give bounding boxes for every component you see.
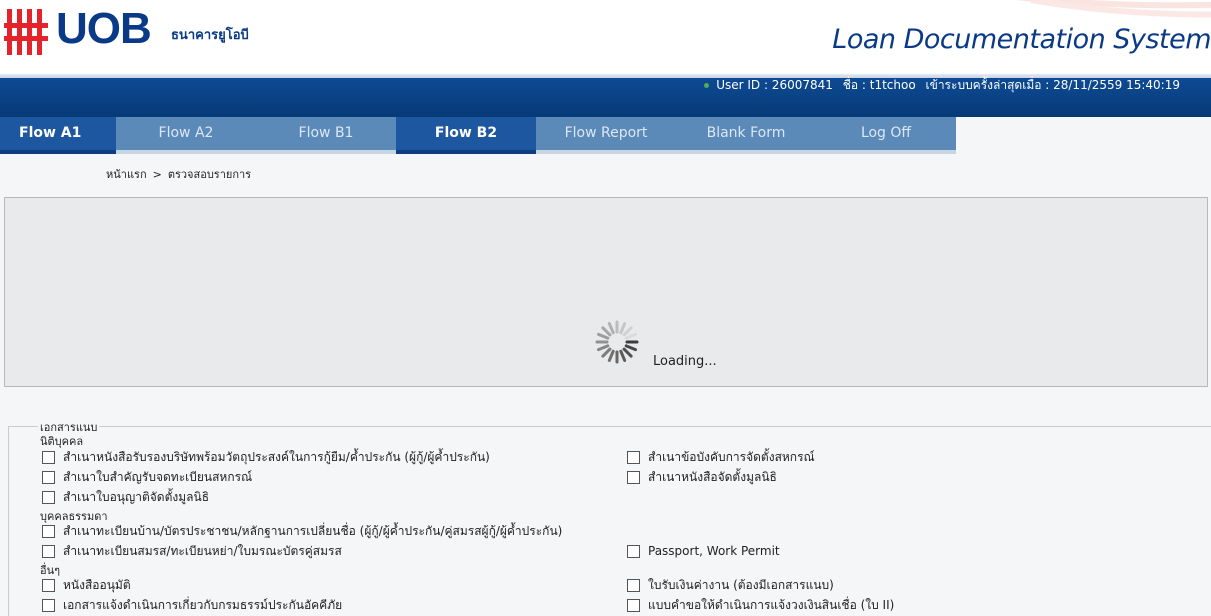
checkbox[interactable]	[42, 470, 55, 484]
checkbox-item[interactable]: สำเนาทะเบียนบ้าน/บัตรประชาชน/หลักฐานการเ…	[42, 523, 562, 539]
user-info-bar: User ID : 26007841 ชื่อ : t1tchoo เข้าระ…	[0, 78, 1211, 117]
loading-text: Loading...	[653, 354, 717, 369]
last-login: เข้าระบบครั้งล่าสุดเมื่อ : 28/11/2559 15…	[925, 78, 1180, 92]
spinner-spoke	[624, 332, 637, 340]
checkbox-item[interactable]: สำเนาใบอนุญาติจัดตั้งมูลนิธิ	[42, 489, 209, 505]
checkbox[interactable]	[627, 598, 640, 612]
logo-text: UOB	[56, 4, 152, 53]
user-name: ชื่อ : t1tchoo	[842, 78, 916, 92]
app-header: UOB ธนาคารยูโอบี Loan Documentation Syst…	[0, 0, 1211, 74]
tab-label: Flow A2	[158, 125, 214, 141]
checkbox-item[interactable]: ใบรับเงินค่างาน (ต้องมีเอกสารแนบ)	[627, 577, 834, 593]
tab-label: Blank Form	[706, 125, 786, 141]
tab-label: Log Off	[860, 125, 912, 141]
tab-label: Flow B2	[434, 125, 498, 141]
tab-flow-b1[interactable]: Flow B1	[256, 117, 396, 154]
checkbox[interactable]	[42, 598, 55, 612]
checkbox[interactable]	[627, 470, 640, 484]
logo-subtitle: ธนาคารยูโอบี	[171, 28, 249, 43]
tab-blank-form[interactable]: Blank Form	[676, 117, 816, 154]
checkbox[interactable]	[42, 544, 55, 558]
tab-flow-a1[interactable]: Flow A1	[0, 117, 116, 154]
user-id: User ID : 26007841	[716, 78, 833, 92]
checkbox[interactable]	[42, 524, 55, 538]
tab-flow-a2[interactable]: Flow A2	[116, 117, 256, 154]
checkbox[interactable]	[627, 578, 640, 592]
breadcrumb: หน้าแรก > ตรวจสอบรายการ	[106, 165, 251, 183]
checkbox-item[interactable]: สำเนาข้อบังคับการจัดตั้งสหกรณ์	[627, 449, 815, 465]
tab-flow-b2[interactable]: Flow B2	[396, 117, 536, 154]
checkbox[interactable]	[627, 450, 640, 464]
checkbox[interactable]	[42, 490, 55, 504]
checkbox-label: แบบคำขอให้ดำเนินการแจ้งวงเงินสินเชื่อ (ใ…	[648, 597, 895, 612]
tab-label: Flow Report	[564, 125, 648, 141]
checkbox-label: สำเนาทะเบียนสมรส/ทะเบียนหย่า/ใบมรณะบัตรค…	[63, 543, 342, 558]
main-nav: Flow A1 Flow A2 Flow B1 Flow B2 Flow Rep…	[0, 117, 956, 154]
checkbox-label: เอกสารแจ้งดำเนินการเกี่ยวกับกรมธรรม์ประก…	[63, 597, 343, 612]
spinner-spoke	[607, 349, 615, 362]
checkbox-label: สำเนาใบอนุญาติจัดตั้งมูลนิธิ	[63, 489, 210, 504]
checkbox-item[interactable]: Passport, Work Permit	[627, 543, 780, 559]
spinner-spoke	[622, 326, 633, 337]
checkbox-item[interactable]: สำเนาหนังสือจัดตั้งมูลนิธิ	[627, 469, 777, 485]
tab-label: Flow B1	[298, 125, 354, 141]
checkbox-label: หนังสืออนุมัติ	[63, 577, 131, 592]
spinner-spoke	[619, 349, 627, 362]
checkbox-label: Passport, Work Permit	[648, 544, 780, 558]
checkbox-item[interactable]: สำเนาใบสำคัญรับจดทะเบียนสหกรณ์	[42, 469, 252, 485]
checkbox-item[interactable]: สำเนาทะเบียนสมรส/ทะเบียนหย่า/ใบมรณะบัตรค…	[42, 543, 342, 559]
checkbox-label: สำเนาข้อบังคับการจัดตั้งสหกรณ์	[648, 449, 815, 464]
user-info: User ID : 26007841 ชื่อ : t1tchoo เข้าระ…	[704, 78, 1186, 92]
checkbox-item[interactable]: หนังสืออนุมัติ	[42, 577, 131, 593]
spinner-spoke	[597, 332, 610, 340]
checkbox[interactable]	[42, 450, 55, 464]
checkbox-label: สำเนาหนังสือรับรองบริษัทพร้อมวัตถุประสงค…	[63, 449, 490, 464]
spinner-spoke	[619, 322, 627, 335]
spinner-spoke	[601, 326, 612, 337]
tab-log-off[interactable]: Log Off	[816, 117, 956, 154]
breadcrumb-home-link[interactable]: หน้าแรก	[106, 168, 147, 181]
tab-label: Flow A1	[19, 125, 82, 141]
loading-panel: Loading...	[4, 197, 1208, 387]
checkbox-label: สำเนาใบสำคัญรับจดทะเบียนสหกรณ์	[63, 469, 253, 484]
spinner-spoke	[607, 322, 615, 335]
checkbox[interactable]	[627, 544, 640, 558]
checkbox-item[interactable]: แบบคำขอให้ดำเนินการแจ้งวงเงินสินเชื่อ (ใ…	[627, 597, 894, 613]
loading-spinner-icon	[595, 320, 639, 364]
checkbox-label: สำเนาทะเบียนบ้าน/บัตรประชาชน/หลักฐานการเ…	[63, 523, 563, 538]
checkbox-item[interactable]: สำเนาหนังสือรับรองบริษัทพร้อมวัตถุประสงค…	[42, 449, 490, 465]
breadcrumb-separator: >	[152, 168, 162, 181]
checkbox-label: ใบรับเงินค่างาน (ต้องมีเอกสารแนบ)	[648, 577, 834, 592]
system-title: Loan Documentation System	[832, 24, 1211, 55]
uob-logo-icon	[4, 9, 48, 55]
status-dot-icon	[704, 83, 710, 88]
spinner-spoke	[624, 344, 637, 352]
checkbox-label: สำเนาหนังสือจัดตั้งมูลนิธิ	[648, 469, 777, 484]
breadcrumb-current: ตรวจสอบรายการ	[167, 168, 252, 181]
checkbox-item[interactable]: เอกสารแจ้งดำเนินการเกี่ยวกับกรมธรรม์ประก…	[42, 597, 342, 613]
tab-flow-report[interactable]: Flow Report	[536, 117, 676, 154]
checkbox[interactable]	[42, 578, 55, 592]
spinner-spoke	[601, 347, 612, 358]
spinner-spoke	[597, 344, 610, 352]
spinner-spoke	[622, 347, 633, 358]
